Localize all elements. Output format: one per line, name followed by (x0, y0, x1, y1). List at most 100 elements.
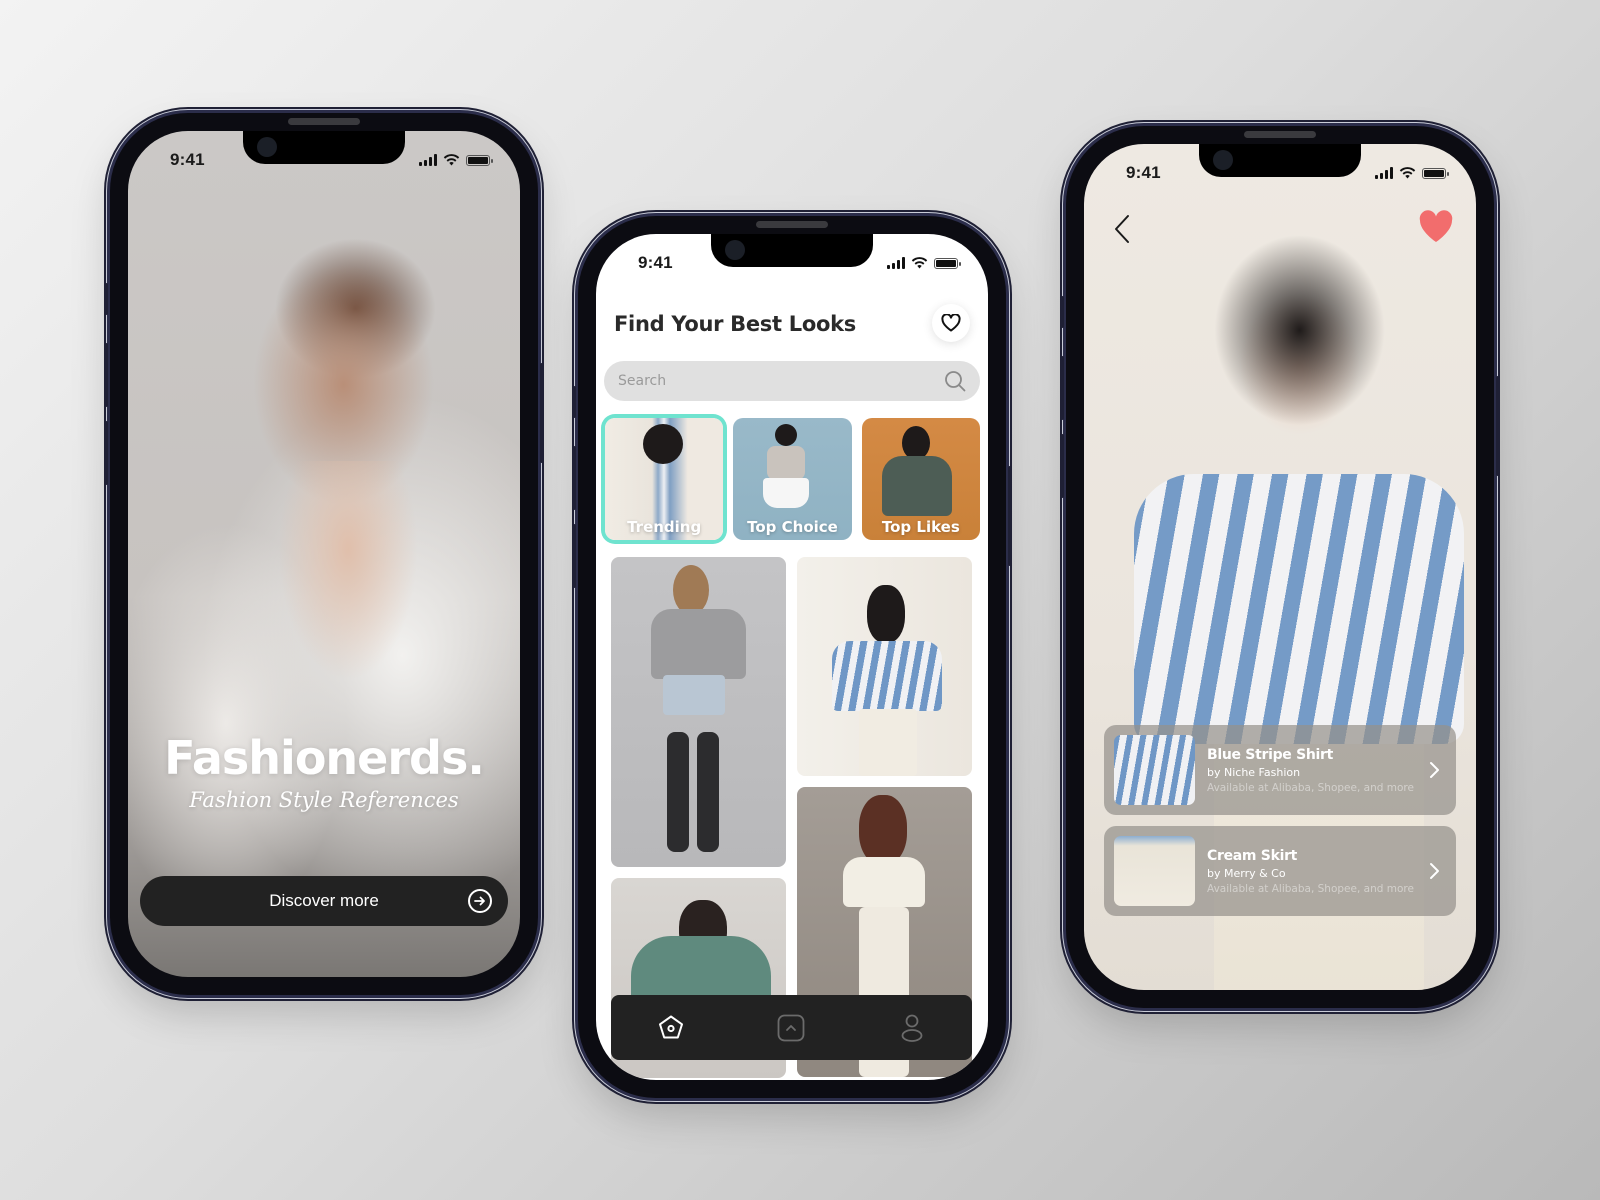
category-top-likes[interactable]: Top Likes (861, 418, 980, 540)
status-time: 9:41 (638, 253, 673, 272)
page-title: Find Your Best Looks (614, 312, 856, 336)
product-brand: by Merry & Co (1207, 866, 1286, 880)
product-availability: Available at Alibaba, Shopee, and more (1207, 781, 1414, 794)
gallery-item[interactable] (797, 557, 972, 776)
category-label: Top Choice (747, 518, 838, 536)
mute-switch (1060, 296, 1064, 328)
category-label: Trending (627, 518, 702, 536)
phone-browse-screen: 9:41 Find Your Best Looks Trending (572, 216, 1012, 1098)
volume-down-button (572, 524, 576, 588)
gallery-photo-skirt (859, 709, 917, 776)
mute-switch (104, 283, 108, 315)
search-input[interactable] (618, 373, 944, 389)
category-photo-top (767, 446, 806, 480)
screen: 9:41 Blue Stripe Shirt by Niche Fashion … (1084, 144, 1476, 990)
category-list: Trending Top Choice Top Likes (605, 418, 980, 540)
battery-icon (934, 257, 961, 269)
gallery-photo-head (867, 585, 905, 643)
volume-down-button (104, 421, 108, 485)
battery-icon (466, 154, 493, 166)
signal-icon (419, 154, 437, 166)
heart-filled-icon (1419, 210, 1453, 242)
user-icon (901, 1014, 923, 1042)
category-photo-skirt (763, 478, 810, 508)
chevron-right-icon (1430, 762, 1439, 778)
discover-more-button[interactable]: Discover more (140, 876, 508, 926)
power-button (1008, 466, 1012, 566)
search-icon[interactable] (944, 370, 966, 392)
speaker-grille (1244, 131, 1316, 138)
brand-subtitle: Fashion Style References (189, 788, 459, 812)
volume-up-button (104, 343, 108, 407)
product-thumbnail (1114, 836, 1195, 906)
category-photo (643, 424, 683, 464)
camera (725, 240, 745, 260)
chevron-right-icon (1430, 863, 1439, 879)
tab-profile[interactable] (892, 1008, 932, 1048)
phone-detail-screen: 9:41 Blue Stripe Shirt by Niche Fashion … (1060, 126, 1500, 1008)
signal-icon (887, 257, 905, 269)
status-time: 9:41 (170, 150, 205, 169)
screen: 9:41 Find Your Best Looks Trending (596, 234, 988, 1080)
gallery-photo-top (651, 609, 746, 679)
gallery-photo-boot (667, 732, 689, 852)
detail-photo-shirt (1134, 474, 1464, 744)
favorite-button[interactable] (1418, 210, 1454, 244)
gallery-photo-top (843, 857, 925, 907)
notch (711, 234, 873, 267)
home-icon (659, 1015, 684, 1038)
category-photo-top (881, 456, 952, 516)
gallery-item[interactable] (611, 557, 786, 867)
wifi-icon (443, 154, 460, 166)
speaker-grille (288, 118, 360, 125)
back-button[interactable] (1110, 212, 1136, 246)
power-button (1496, 376, 1500, 476)
volume-down-button (1060, 434, 1064, 498)
tab-upload[interactable] (771, 1008, 811, 1048)
volume-up-button (1060, 356, 1064, 420)
phone-splash-screen: 9:41 Fashionerds. Fashion Style Referenc… (104, 113, 544, 995)
wifi-icon (911, 257, 928, 269)
category-photo (901, 426, 930, 460)
gallery-photo-shorts (663, 675, 725, 715)
product-name: Cream Skirt (1207, 847, 1298, 864)
category-trending[interactable]: Trending (605, 418, 724, 540)
battery-icon (1422, 167, 1449, 179)
camera (1213, 150, 1233, 170)
signal-icon (1375, 167, 1393, 179)
product-availability: Available at Alibaba, Shopee, and more (1207, 882, 1414, 895)
wifi-icon (1399, 167, 1416, 179)
product-brand: by Niche Fashion (1207, 765, 1301, 779)
arrow-right-circle-icon (468, 889, 492, 913)
favorites-button[interactable] (932, 304, 970, 342)
mute-switch (572, 386, 576, 418)
screen: 9:41 Fashionerds. Fashion Style Referenc… (128, 131, 520, 977)
speaker-grille (756, 221, 828, 228)
gallery-photo-shirt (832, 641, 942, 711)
notch (243, 131, 405, 164)
search-bar (604, 361, 980, 401)
tab-home[interactable] (651, 1008, 691, 1048)
bottom-tab-bar (611, 995, 972, 1060)
hero-photo (278, 461, 418, 681)
heart-outline-icon (941, 314, 961, 332)
product-card[interactable]: Cream Skirt by Merry & Co Available at A… (1104, 826, 1456, 916)
chevron-up-square-icon (778, 1014, 805, 1041)
category-label: Top Likes (881, 518, 960, 536)
category-top-choice[interactable]: Top Choice (733, 418, 852, 540)
gallery-photo-boot (697, 732, 719, 852)
gallery-photo-head (673, 565, 709, 615)
category-photo (775, 424, 798, 446)
brand-title: Fashionerds. (164, 731, 485, 785)
discover-more-label: Discover more (269, 891, 379, 910)
notch (1199, 144, 1361, 177)
power-button (540, 363, 544, 463)
product-name: Blue Stripe Shirt (1207, 746, 1334, 763)
gallery-photo-head (859, 795, 907, 865)
camera (257, 137, 277, 157)
status-time: 9:41 (1126, 163, 1161, 182)
chevron-left-icon (1115, 215, 1129, 243)
product-thumbnail (1114, 735, 1195, 805)
product-card[interactable]: Blue Stripe Shirt by Niche Fashion Avail… (1104, 725, 1456, 815)
volume-up-button (572, 446, 576, 510)
